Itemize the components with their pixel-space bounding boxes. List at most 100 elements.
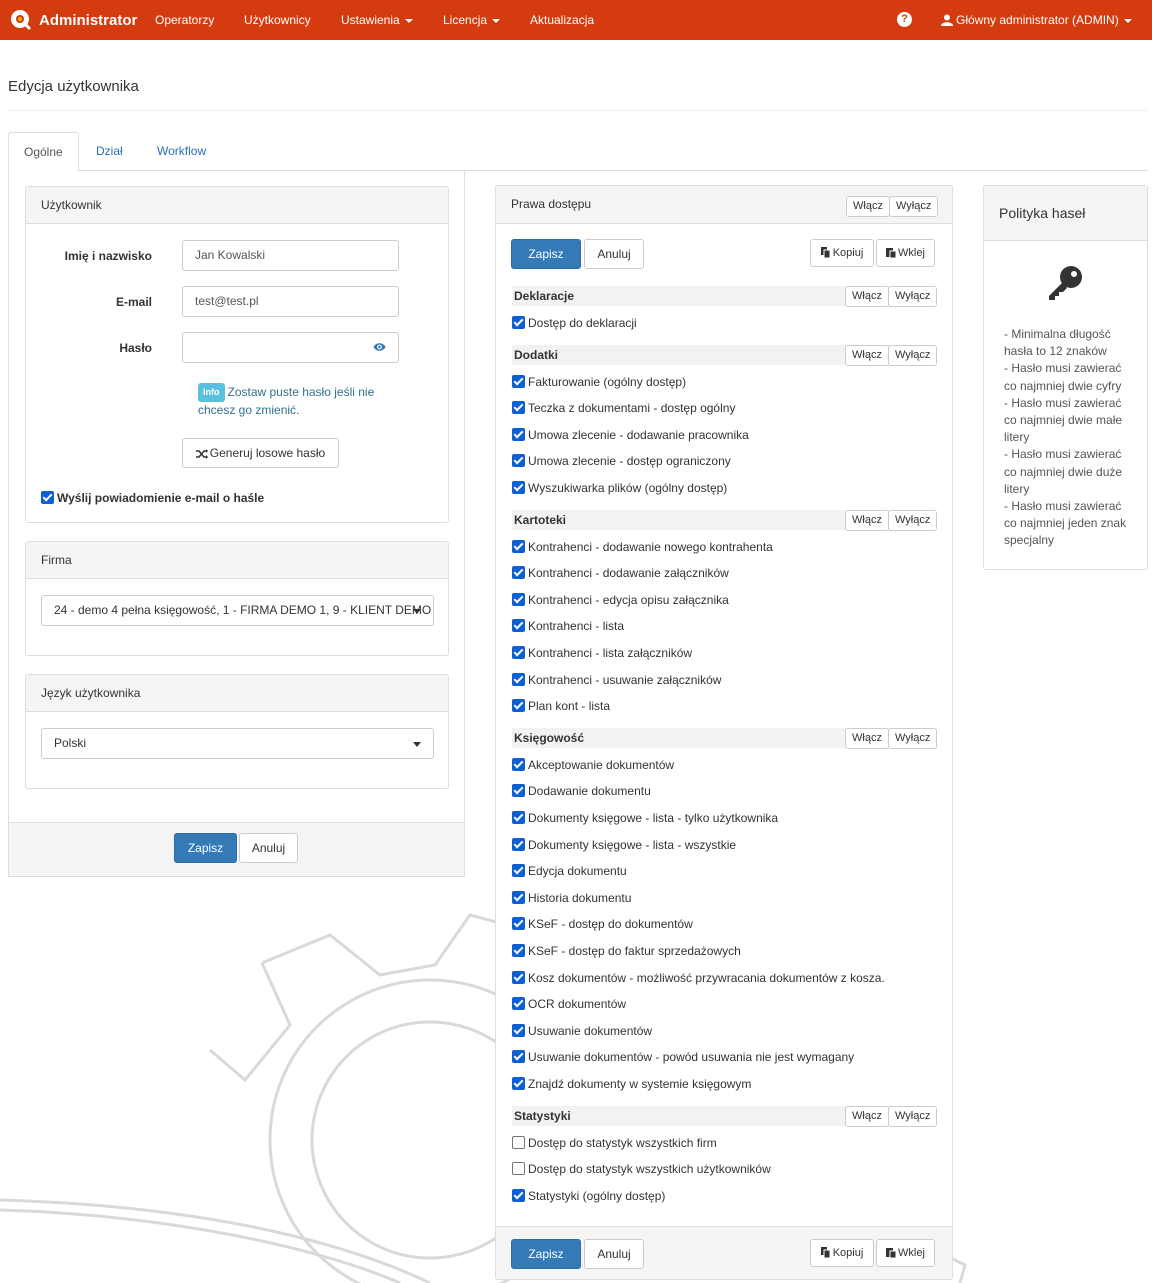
rights-section-title: Statystyki (514, 1108, 571, 1123)
name-input[interactable]: Jan Kowalski (182, 240, 399, 271)
permission-checkbox[interactable]: Umowa zlecenie - dodawanie pracownika (512, 427, 749, 442)
permission-checkbox[interactable]: Akceptowanie dokumentów (512, 757, 674, 772)
language-select[interactable]: Polski (41, 728, 434, 759)
tab-general[interactable]: Ogólne (8, 132, 79, 172)
language-panel-heading: Język użytkownika (26, 675, 448, 712)
checkbox-checked-icon (512, 784, 525, 798)
permission-checkbox[interactable]: KSeF - dostęp do dokumentów (512, 917, 693, 931)
permission-checkbox[interactable]: Kontrahenci - usuwanie załączników (512, 672, 721, 687)
checkbox-checked-icon (512, 997, 525, 1011)
permission-checkbox[interactable]: KSeF - dostęp do faktur sprzedażowych (512, 944, 741, 958)
company-select[interactable]: 24 - demo 4 pełna księgowość, 1 - FIRMA … (41, 595, 434, 626)
permission-checkbox[interactable]: Usuwanie dokumentów (512, 1023, 652, 1038)
chevron-down-icon (413, 609, 421, 614)
permission-checkbox[interactable]: Statystyki (ogólny dostęp) (512, 1188, 666, 1203)
rights-cancel-button[interactable]: Anuluj (584, 239, 644, 269)
permission-checkbox[interactable]: Edycja dokumentu (512, 864, 627, 878)
help-icon[interactable]: ? (897, 12, 912, 27)
permission-checkbox[interactable]: Kontrahenci - lista (512, 619, 624, 633)
eye-icon[interactable] (373, 342, 386, 352)
footer-copy-button[interactable]: Kopiuj (810, 1239, 874, 1267)
section-disable-button[interactable]: Wyłącz (888, 286, 938, 307)
permission-checkbox[interactable]: Kosz dokumentów - możliwość przywracania… (512, 970, 885, 985)
permission-checkbox[interactable]: Wyszukiwarka plików (ogólny dostęp) (512, 481, 727, 495)
tab-department[interactable]: Dział (81, 132, 138, 171)
permission-label: Statystyki (ogólny dostęp) (528, 1188, 666, 1203)
section-enable-button[interactable]: Włącz (845, 286, 889, 307)
checkbox-checked-icon (512, 566, 525, 580)
footer-paste-button[interactable]: Wklej (876, 1239, 935, 1267)
user-menu[interactable]: Główny administrator (ADMIN) (941, 0, 1132, 40)
permission-checkbox[interactable]: Znajdź dokumenty w systemie księgowym (512, 1077, 751, 1091)
permission-checkbox[interactable]: Historia dokumentu (512, 890, 631, 905)
checkbox-checked-icon (512, 917, 525, 931)
permission-checkbox[interactable]: Dostęp do deklaracji (512, 316, 637, 330)
enable-all-button[interactable]: Włącz (846, 196, 890, 217)
permission-label: Dokumenty księgowe - lista - tylko użytk… (528, 811, 779, 825)
section-enable-button[interactable]: Włącz (845, 509, 889, 531)
rights-footer-save-button[interactable]: Zapisz (511, 1239, 581, 1269)
section-disable-button[interactable]: Wyłącz (888, 344, 938, 366)
save-button[interactable]: Zapisz (174, 833, 237, 863)
password-input[interactable] (182, 332, 399, 363)
brand[interactable]: Administrator (10, 0, 137, 40)
password-policy-panel: Polityka haseł - Minimalna długość hasła… (983, 185, 1148, 570)
password-hint: Info Zostaw puste hasło jeśli nie chcesz … (198, 383, 398, 419)
permission-checkbox[interactable]: Dokumenty księgowe - lista - tylko użytk… (512, 811, 778, 825)
access-rights-title: Prawa dostępu (511, 197, 592, 211)
section-enable-button[interactable]: Włącz (845, 344, 889, 366)
permission-label: Edycja dokumentu (528, 864, 627, 879)
paste-label: Wklej (898, 1247, 925, 1259)
permission-checkbox[interactable]: Kontrahenci - lista załączników (512, 646, 692, 660)
permission-checkbox[interactable]: Dostęp do statystyk wszystkich użytkowni… (512, 1162, 771, 1176)
permission-checkbox[interactable]: Dostęp do statystyk wszystkich firm (512, 1135, 717, 1150)
nav-updates[interactable]: Aktualizacja (530, 0, 594, 40)
nav-settings[interactable]: Ustawienia (341, 0, 413, 40)
rights-section-header: Dodatki Włącz Wyłącz (512, 344, 938, 366)
rights-footer-cancel-button[interactable]: Anuluj (584, 1239, 644, 1269)
permission-checkbox[interactable]: Umowa zlecenie - dostęp ograniczony (512, 454, 731, 468)
copy-icon (820, 247, 831, 258)
language-select-value: Polski (54, 736, 87, 750)
checkbox-checked-icon (512, 646, 525, 659)
disable-all-button[interactable]: Wyłącz (889, 196, 939, 217)
rights-section-title: Deklaracje (514, 289, 575, 303)
permission-label: OCR dokumentów (528, 997, 627, 1012)
general-tab-content: Użytkownik Imię i nazwisko Jan Kowalski … (8, 170, 465, 877)
paste-icon (886, 248, 897, 258)
section-disable-button[interactable]: Wyłącz (888, 509, 938, 531)
access-rights-panel: Prawa dostępu Włącz Wyłącz Zapisz Anuluj… (495, 185, 953, 1280)
paste-button[interactable]: Wklej (876, 239, 935, 267)
tab-workflow[interactable]: Workflow (142, 132, 221, 171)
nav-operators[interactable]: Operatorzy (155, 0, 214, 40)
section-enable-button[interactable]: Włącz (845, 1105, 889, 1127)
section-disable-button[interactable]: Wyłącz (888, 1105, 938, 1127)
cancel-button[interactable]: Anuluj (239, 833, 298, 863)
permission-checkbox[interactable]: Teczka z dokumentami - dostęp ogólny (512, 401, 735, 415)
nav-users[interactable]: Użytkownicy (244, 0, 311, 40)
rights-save-button[interactable]: Zapisz (511, 239, 581, 269)
permission-checkbox[interactable]: Kontrahenci - edycja opisu załącznika (512, 592, 729, 607)
permission-checkbox[interactable]: Kontrahenci - dodawanie nowego kontrahen… (512, 539, 773, 554)
section-disable-button[interactable]: Wyłącz (888, 727, 938, 749)
copy-button[interactable]: Kopiuj (810, 239, 874, 267)
notify-email-checkbox[interactable]: Wyślij powiadomienie e-mail o haśle (41, 491, 264, 505)
permission-checkbox[interactable]: Dodawanie dokumentu (512, 784, 651, 798)
generate-password-button[interactable]: Generuj losowe hasło (182, 438, 339, 468)
section-enable-button[interactable]: Włącz (845, 727, 889, 749)
permission-label: Umowa zlecenie - dodawanie pracownika (528, 427, 749, 442)
checkbox-checked-icon (512, 757, 525, 771)
left-form-footer: Zapisz Anuluj (9, 822, 464, 876)
permission-label: Kontrahenci - lista załączników (528, 646, 693, 660)
permission-checkbox[interactable]: Kontrahenci - dodawanie załączników (512, 566, 729, 580)
email-input[interactable]: test@test.pl (182, 286, 399, 317)
permission-checkbox[interactable]: Plan kont - lista (512, 699, 610, 713)
permission-checkbox[interactable]: Dokumenty księgowe - lista - wszystkie (512, 837, 736, 852)
email-label: E-mail (115, 295, 152, 309)
nav-license[interactable]: Licencja (443, 0, 501, 40)
shuffle-icon (195, 449, 208, 459)
permission-checkbox[interactable]: OCR dokumentów (512, 997, 626, 1011)
rights-footer: Zapisz Anuluj Kopiuj Wklej (496, 1226, 952, 1279)
permission-checkbox[interactable]: Fakturowanie (ogólny dostęp) (512, 374, 686, 389)
permission-checkbox[interactable]: Usuwanie dokumentów - powód usuwania nie… (512, 1050, 854, 1064)
